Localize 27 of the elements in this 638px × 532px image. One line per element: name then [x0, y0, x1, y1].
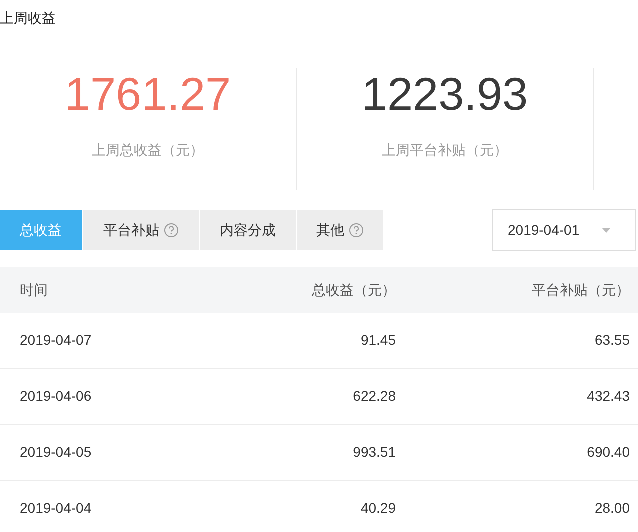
- table-cell-text: 40.29: [360, 499, 396, 518]
- table-cell-text: 63.55: [594, 331, 631, 350]
- date-picker[interactable]: 2019-04-01: [492, 209, 636, 251]
- section-title: 上周收益: [0, 9, 56, 28]
- stat-value: 1761.27: [64, 68, 232, 120]
- tab[interactable]: 内容分成: [200, 210, 296, 250]
- column-header: 总收益（元）: [311, 280, 396, 300]
- caret-icon: [602, 228, 611, 232]
- table-cell-text: 622.28: [352, 387, 396, 406]
- stat-value: 1223.93: [362, 68, 528, 120]
- table-cell-text: 2019-04-04: [19, 499, 93, 518]
- stat-label: 上周总收益（元）: [92, 141, 204, 160]
- table-cell-text: 2019-04-07: [19, 331, 93, 350]
- help-icon[interactable]: [164, 222, 178, 238]
- column-header: 时间: [19, 280, 49, 300]
- table-cell-text: 432.43: [586, 387, 631, 406]
- column-header: 平台补贴（元）: [531, 280, 631, 300]
- tab[interactable]: 平台补贴: [83, 210, 199, 250]
- table-cell-text: 993.51: [352, 443, 396, 462]
- table-cell-text: 2019-04-06: [19, 387, 93, 406]
- table-cell-text: 28.00: [594, 499, 631, 518]
- stat-label: 上周平台补贴（元）: [382, 141, 508, 160]
- table-cell-text: 690.40: [586, 443, 631, 462]
- table-cell-text: 91.45: [360, 331, 396, 350]
- table-cell-text: 2019-04-05: [19, 443, 93, 462]
- tab[interactable]: 其他: [297, 210, 383, 250]
- help-icon[interactable]: [348, 222, 364, 238]
